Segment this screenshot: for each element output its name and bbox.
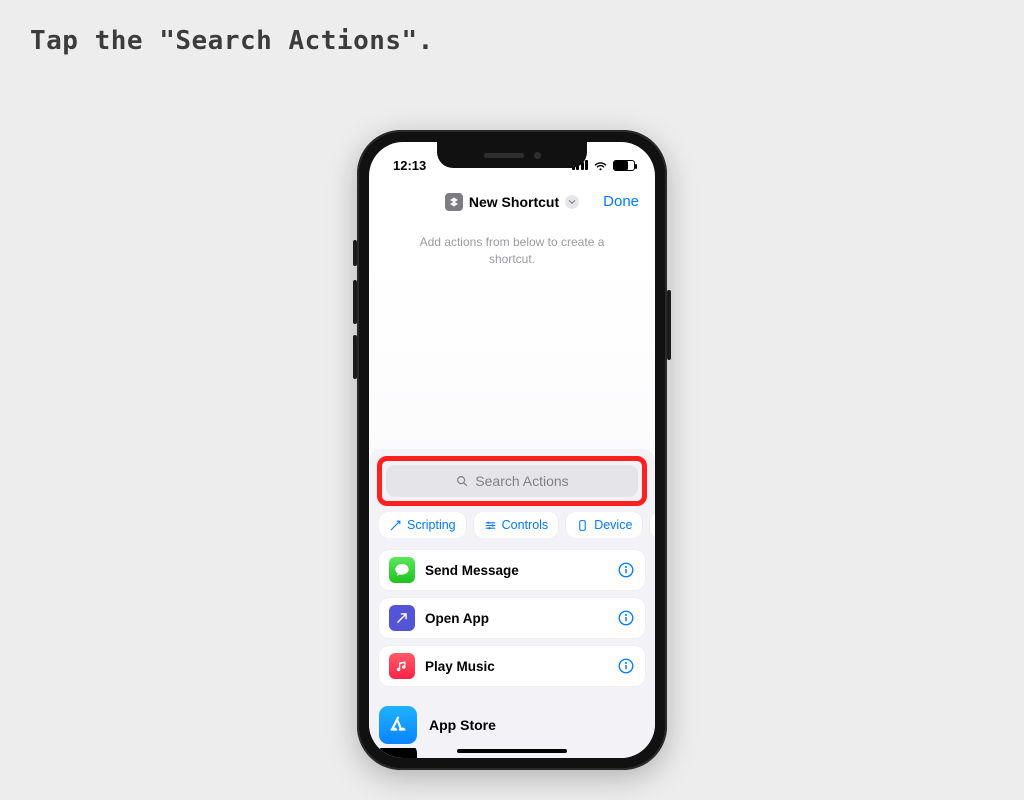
action-label: Send Message (425, 563, 607, 578)
chip-controls[interactable]: Controls (474, 512, 559, 538)
action-send-message[interactable]: Send Message (379, 550, 645, 590)
app-row-appstore[interactable]: App Store (379, 702, 645, 748)
navbar: New Shortcut Done (369, 186, 655, 218)
open-app-icon (389, 605, 415, 631)
info-icon[interactable] (617, 609, 635, 627)
chip-label: Scripting (407, 518, 456, 532)
shortcut-icon (445, 193, 463, 211)
status-time: 12:13 (393, 158, 426, 173)
action-label: Play Music (425, 659, 607, 674)
chip-label: Controls (502, 518, 549, 532)
sliders-icon (484, 519, 497, 532)
search-highlight-box: Search Actions (377, 456, 647, 506)
appstore-icon (379, 706, 417, 744)
category-chip-row[interactable]: Scripting Controls Device (379, 512, 655, 538)
home-indicator[interactable] (457, 749, 567, 753)
shortcut-title-label: New Shortcut (469, 194, 559, 210)
actions-sheet: Search Actions Scripting Controls Device (369, 450, 655, 758)
chip-scripting[interactable]: Scripting (379, 512, 466, 538)
phone-icon (576, 519, 589, 532)
app-label: BeReal. (429, 755, 480, 758)
chip-device[interactable]: Device (566, 512, 642, 538)
search-placeholder: Search Actions (475, 473, 568, 489)
chip-more[interactable] (650, 512, 655, 538)
info-icon[interactable] (617, 561, 635, 579)
phone-power-button (667, 290, 671, 360)
chip-label: Device (594, 518, 632, 532)
bereal-icon: BeReal. (379, 748, 417, 758)
phone-volume-up (353, 280, 357, 324)
search-icon (455, 474, 469, 488)
battery-icon (613, 160, 635, 171)
phone-volume-down (353, 335, 357, 379)
empty-hint: Add actions from below to create a short… (369, 234, 655, 268)
wifi-icon (593, 159, 608, 171)
search-actions-field[interactable]: Search Actions (386, 465, 638, 497)
action-open-app[interactable]: Open App (379, 598, 645, 638)
app-label: App Store (429, 717, 496, 733)
wand-icon (389, 519, 402, 532)
instruction-text: Tap the "Search Actions". (30, 26, 434, 56)
music-icon (389, 653, 415, 679)
phone-mute-switch (353, 240, 357, 266)
phone-notch (437, 142, 587, 168)
shortcut-title[interactable]: New Shortcut (445, 193, 579, 211)
action-label: Open App (425, 611, 607, 626)
done-button[interactable]: Done (603, 186, 639, 218)
info-icon[interactable] (617, 657, 635, 675)
phone-screen: 12:13 New Shortcut Done Add acti (369, 142, 655, 758)
suggested-actions-list: Send Message Open App Play Music (379, 550, 645, 686)
action-play-music[interactable]: Play Music (379, 646, 645, 686)
phone-frame: 12:13 New Shortcut Done Add acti (357, 130, 667, 770)
messages-icon (389, 557, 415, 583)
chevron-down-icon (565, 195, 579, 209)
